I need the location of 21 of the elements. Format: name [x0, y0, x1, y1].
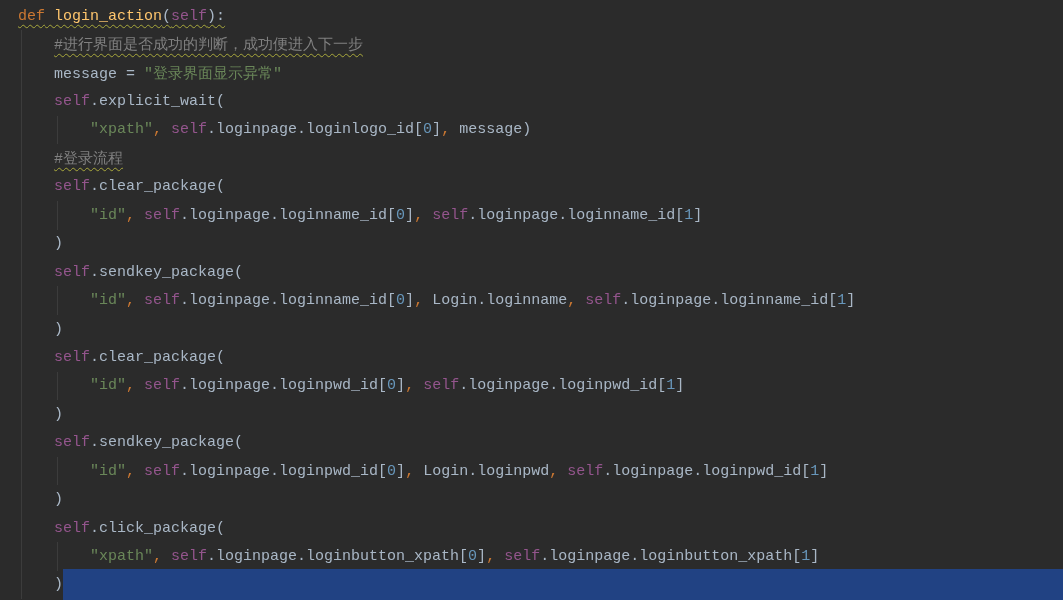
code-line: ) — [54, 576, 63, 594]
code-line: "id", self.loginpage.loginname_id[0], Login.loginname, self.loginpage.loginname_id[1] — [90, 292, 856, 310]
code-line: ) — [54, 235, 63, 253]
code-line: "xpath", self.loginpage.loginbutton_xpath[0], self.loginpage.loginbutton_xpath[1] — [90, 548, 820, 566]
code-line: ) — [54, 491, 63, 509]
code-line: ) — [54, 405, 63, 423]
code-line: #登录流程 — [54, 149, 123, 168]
code-line: self.explicit_wait( — [54, 93, 226, 111]
code-line: "xpath", self.loginpage.loginlogo_id[0], message) — [90, 121, 532, 139]
code-line: self.clear_package( — [54, 348, 226, 366]
code-line: "id", self.loginpage.loginpwd_id[0], Login.loginpwd, self.loginpage.loginpwd_id[1] — [90, 462, 829, 480]
code-line: "id", self.loginpage.loginname_id[0], self.loginpage.loginname_id[1] — [90, 206, 703, 224]
code-line: self.sendkey_package( — [54, 263, 244, 281]
code-line: message = "登录界面显示异常" — [54, 64, 283, 83]
code-line: "id", self.loginpage.loginpwd_id[0], self.loginpage.loginpwd_id[1] — [90, 377, 685, 395]
code-line: def login_action(self): — [18, 7, 226, 25]
code-line: self.click_package( — [54, 519, 226, 537]
code-line: self.sendkey_package( — [54, 434, 244, 452]
code-line: self.clear_package( — [54, 178, 226, 196]
code-line: ) — [54, 320, 63, 338]
code-line: #进行界面是否成功的判断，成功便进入下一步 — [54, 35, 363, 55]
